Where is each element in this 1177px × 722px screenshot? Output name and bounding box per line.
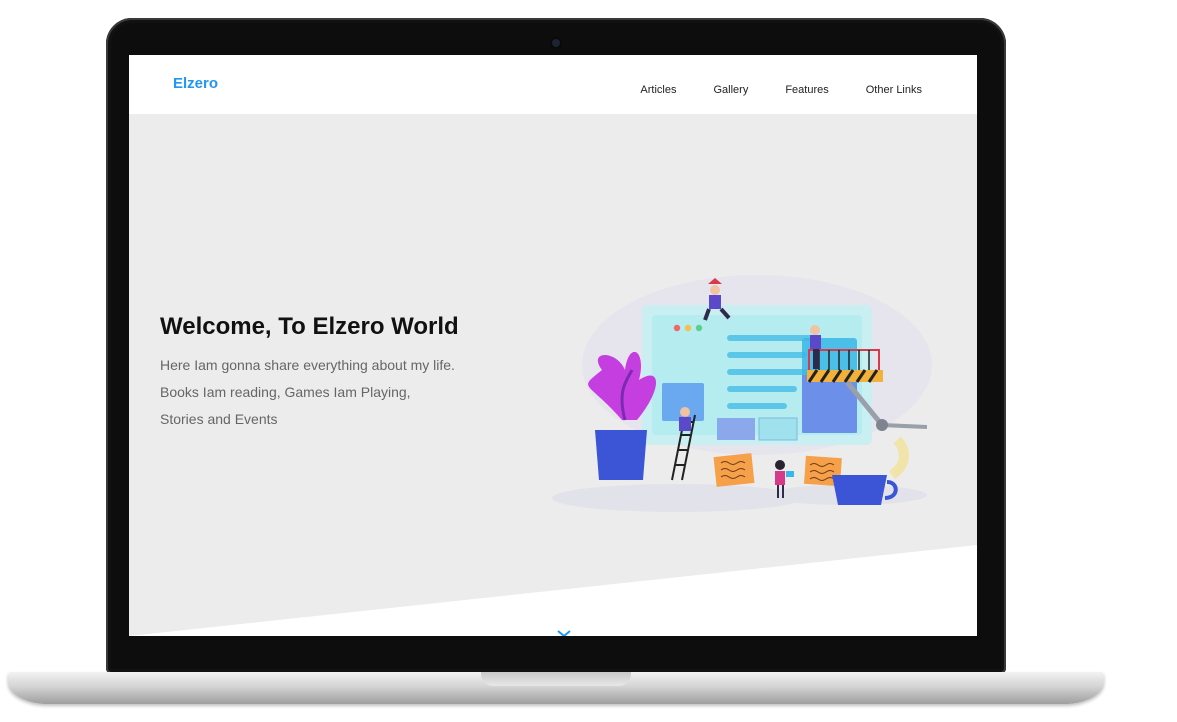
- hero-description: Here Iam gonna share everything about my…: [160, 352, 490, 433]
- nav-item-other-links[interactable]: Other Links: [866, 84, 922, 96]
- scroll-down-icon[interactable]: [557, 630, 571, 636]
- laptop-notch: [481, 672, 631, 686]
- camera-icon: [552, 39, 560, 47]
- nav-item-gallery[interactable]: Gallery: [713, 84, 748, 96]
- site-logo[interactable]: Elzero: [173, 75, 218, 92]
- website-building-illustration: [552, 275, 932, 512]
- hero-line: Stories and Events: [160, 411, 278, 427]
- nav-item-articles[interactable]: Articles: [640, 84, 676, 96]
- hero-line: Books Iam reading, Games Iam Playing,: [160, 384, 411, 400]
- site-header: Elzero Articles Gallery Features Other L…: [129, 55, 977, 114]
- laptop-screen: Elzero Articles Gallery Features Other L…: [129, 55, 977, 636]
- hero-title: Welcome, To Elzero World: [160, 313, 459, 340]
- hero-line: Here Iam gonna share everything about my…: [160, 357, 455, 373]
- main-nav: Articles Gallery Features Other Links: [603, 84, 922, 96]
- nav-item-features[interactable]: Features: [785, 84, 828, 96]
